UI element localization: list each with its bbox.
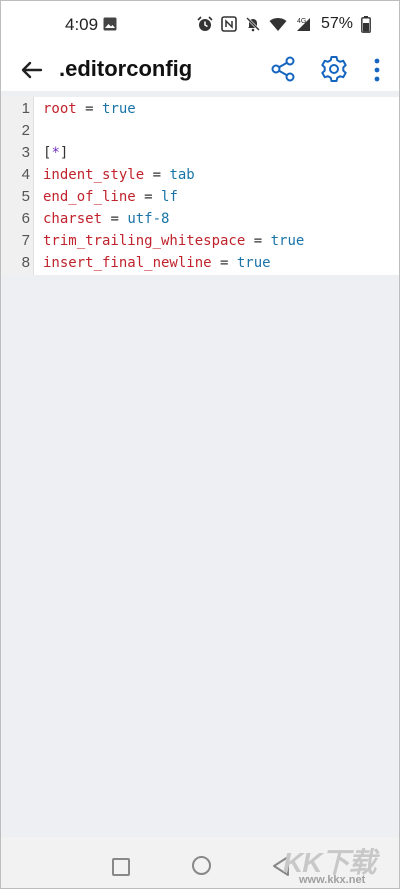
- property-value: true: [236, 255, 271, 271]
- line-number: 2: [21, 122, 30, 139]
- section-bracket-close: ]: [59, 145, 69, 161]
- code-line[interactable]: 3 [*]: [1, 142, 399, 164]
- gear-icon[interactable]: [319, 54, 349, 84]
- property-value: true: [270, 233, 305, 249]
- watermark: KK下载 www.kkx.net: [283, 841, 395, 887]
- nav-recents-icon[interactable]: [112, 858, 130, 876]
- line-number: 8: [21, 254, 30, 271]
- equals-operator: =: [135, 189, 162, 205]
- screen: 4:09 4G 57% .editorconfig 1 root = true …: [0, 0, 400, 889]
- battery-percent: 57%: [320, 15, 353, 32]
- code-editor[interactable]: 1 root = true 2 3 [*] 4 indent_style = t…: [1, 97, 399, 275]
- alarm-icon: [197, 16, 213, 31]
- status-time: 4:09: [65, 15, 99, 34]
- section-name: *: [51, 145, 60, 161]
- equals-operator: =: [245, 233, 271, 249]
- equals-operator: =: [76, 101, 103, 117]
- nfc-icon: [221, 16, 237, 32]
- wifi-icon: [269, 17, 287, 31]
- line-number: 7: [21, 232, 30, 249]
- system-nav-bar: KK下载 www.kkx.net: [1, 837, 399, 888]
- gallery-icon: [103, 17, 117, 31]
- property-value: utf-8: [127, 211, 170, 227]
- app-bar: .editorconfig: [1, 49, 399, 91]
- code-line[interactable]: 6 charset = utf-8: [1, 208, 399, 230]
- property-key: charset: [43, 211, 103, 227]
- line-number: 5: [21, 188, 30, 205]
- line-number: 3: [21, 144, 30, 161]
- status-bar: 4:09 4G 57%: [1, 1, 399, 49]
- property-key: root: [43, 101, 77, 117]
- property-value: lf: [161, 189, 178, 205]
- property-key: trim_trailing_whitespace: [43, 233, 246, 249]
- file-title: .editorconfig: [59, 56, 193, 81]
- svg-text:4G: 4G: [297, 18, 306, 25]
- code-line[interactable]: 8 insert_final_newline = true: [1, 252, 399, 274]
- watermark-url: www.kkx.net: [299, 874, 366, 886]
- equals-operator: =: [144, 167, 170, 183]
- signal-icon: 4G: [296, 18, 310, 31]
- nav-home-icon[interactable]: [192, 856, 211, 875]
- property-key: indent_style: [43, 167, 145, 183]
- code-line[interactable]: 4 indent_style = tab: [1, 164, 399, 186]
- equals-operator: =: [211, 255, 237, 271]
- line-number: 4: [21, 166, 30, 183]
- mute-icon: [246, 17, 260, 32]
- code-line[interactable]: 2: [1, 120, 399, 142]
- line-number: 6: [21, 210, 30, 227]
- code-line[interactable]: 7 trim_trailing_whitespace = true: [1, 230, 399, 252]
- status-icons: 4G 57%: [197, 15, 371, 33]
- more-vert-icon[interactable]: [371, 57, 383, 83]
- property-value: tab: [169, 167, 195, 183]
- property-key: end_of_line: [43, 189, 136, 205]
- equals-operator: =: [102, 211, 128, 227]
- code-line[interactable]: 5 end_of_line = lf: [1, 186, 399, 208]
- code-line[interactable]: 1 root = true: [1, 98, 399, 120]
- battery-icon: [361, 15, 371, 33]
- back-arrow-icon[interactable]: [17, 55, 47, 85]
- property-value: true: [102, 101, 136, 117]
- property-key: insert_final_newline: [43, 255, 212, 271]
- share-icon[interactable]: [269, 55, 297, 83]
- line-number: 1: [21, 100, 30, 117]
